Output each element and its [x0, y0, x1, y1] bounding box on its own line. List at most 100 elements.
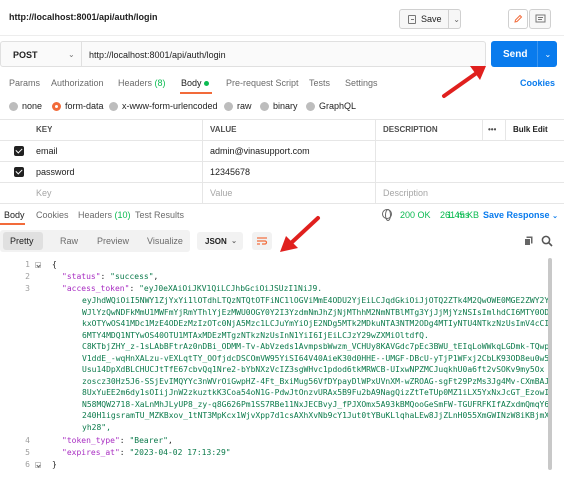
- column-value: VALUE: [210, 125, 237, 134]
- json-token-continuation: eyJhdWQiOiI5NWY1ZjYxYi1lOTdhLTQzNTQtOTFi…: [82, 296, 550, 305]
- radio-urlencoded[interactable]: x-www-form-urlencoded: [109, 101, 218, 111]
- save-button[interactable]: Save ⌄: [399, 9, 461, 29]
- chevron-down-icon: ⌄: [552, 213, 558, 220]
- column-key: KEY: [36, 125, 53, 134]
- line-number: 6: [25, 460, 30, 469]
- table-header-row: KEY VALUE DESCRIPTION ••• Bulk Edit: [0, 120, 564, 141]
- annotation-arrow-response: [280, 216, 320, 252]
- json-close-brace: }: [52, 460, 57, 469]
- radio-circle: [260, 101, 269, 111]
- radio-binary[interactable]: binary: [260, 101, 298, 111]
- fold-end-icon: [35, 462, 41, 468]
- response-body-editor[interactable]: 1 2 3 4 5 6 { "status": "success", "acce…: [0, 258, 564, 480]
- json-string: "2023-04-02 17:13:29": [129, 448, 231, 457]
- wrap-lines-button[interactable]: [252, 232, 272, 250]
- radio-urlencoded-label: x-www-form-urlencoded: [122, 101, 218, 111]
- tab-response-cookies[interactable]: Cookies: [36, 210, 69, 220]
- body-indicator-dot: [203, 81, 209, 87]
- tab-params[interactable]: Params: [9, 78, 40, 88]
- json-line-expires-at: "expires_at": "2023-04-02 17:13:29": [62, 448, 231, 457]
- json-key: "token_type": [62, 436, 120, 445]
- chevron-down-icon[interactable]: ⌄: [68, 50, 75, 59]
- save-label: Save: [420, 14, 442, 24]
- json-token-continuation: C8KTbjZHY_z-1sLAbBFtrAz0nDBi_ODMM-Tv-AbV…: [82, 342, 550, 351]
- json-string: "eyJ0eXAiOiJKV1QiLCJhbGciOiJSUzI1NiJ9.: [139, 284, 323, 293]
- tab-settings[interactable]: Settings: [345, 78, 378, 88]
- radio-graphql[interactable]: GraphQL: [306, 101, 356, 111]
- tab-authorization[interactable]: Authorization: [51, 78, 104, 88]
- edit-button[interactable]: [508, 9, 528, 29]
- tab-response-headers[interactable]: Headers (10): [78, 210, 131, 220]
- tab-test-results[interactable]: Test Results: [135, 210, 184, 220]
- save-divider: [448, 9, 450, 29]
- fold-toggle-icon[interactable]: [35, 262, 41, 268]
- value-cell[interactable]: 12345678: [202, 162, 250, 182]
- send-label: Send: [503, 48, 528, 60]
- radio-graphql-label: GraphQL: [319, 101, 357, 111]
- search-icon[interactable]: [541, 235, 553, 247]
- method-select[interactable]: POST: [13, 50, 38, 60]
- json-token-continuation: Usu14DpXdBLCHUCJtTfE67cbvQq1Nre2-bYbNXzV…: [82, 365, 545, 374]
- view-preview[interactable]: Preview: [97, 236, 129, 246]
- description-placeholder[interactable]: Description: [375, 183, 428, 203]
- radio-raw[interactable]: raw: [224, 101, 252, 111]
- column-divider: [375, 162, 376, 182]
- radio-form-data[interactable]: form-data: [52, 101, 104, 111]
- request-title-bar: http://localhost:8001/api/auth/login Sav…: [0, 0, 564, 36]
- view-visualize[interactable]: Visualize: [147, 236, 183, 246]
- json-open-brace: {: [52, 260, 57, 269]
- json-line-token-type: "token_type": "Bearer",: [62, 436, 173, 445]
- radio-binary-label: binary: [273, 101, 298, 111]
- save-response-label: Save Response: [483, 210, 550, 220]
- tab-headers[interactable]: Headers (8): [118, 78, 166, 88]
- view-pretty[interactable]: Pretty: [10, 236, 34, 246]
- row-checkbox[interactable]: [14, 167, 24, 177]
- url-input[interactable]: http://localhost:8001/api/auth/login: [89, 50, 226, 60]
- key-cell[interactable]: password: [28, 162, 75, 182]
- format-select[interactable]: JSON ⌄: [197, 232, 243, 250]
- line-number: 3: [25, 284, 30, 293]
- documentation-button[interactable]: [529, 9, 551, 29]
- chevron-down-icon[interactable]: ⌄: [544, 50, 551, 59]
- request-title[interactable]: http://localhost:8001/api/auth/login: [9, 12, 158, 22]
- cookies-link[interactable]: Cookies: [520, 78, 555, 88]
- vertical-scrollbar[interactable]: [548, 258, 552, 470]
- json-line-access-token: "access_token": "eyJ0eXAiOiJKV1QiLCJhbGc…: [62, 284, 323, 293]
- tab-body-label: Body: [181, 78, 202, 88]
- value-cell[interactable]: admin@vinasupport.com: [202, 141, 310, 161]
- radio-circle: [306, 101, 315, 111]
- json-token-continuation: WJlYzQwNDFkMmU1MWFmYjRmYThlYjEzMWU0OGY0Y…: [82, 307, 550, 317]
- save-icon: [408, 14, 416, 24]
- json-token-continuation: V1ddE_-wqHnXALzu-vEXLqtTY_OOfjdcDSCOmVW9…: [82, 353, 550, 363]
- chevron-down-icon[interactable]: ⌄: [453, 15, 460, 24]
- radio-circle: [109, 101, 118, 111]
- form-data-table: KEY VALUE DESCRIPTION ••• Bulk Edit emai…: [0, 119, 564, 204]
- tab-response-body[interactable]: Body: [4, 210, 25, 220]
- more-options-icon[interactable]: •••: [480, 120, 496, 140]
- view-raw[interactable]: Raw: [60, 236, 78, 246]
- globe-icon[interactable]: [382, 209, 392, 221]
- send-button[interactable]: Send ⌄: [491, 41, 557, 67]
- tab-pre-request-script[interactable]: Pre-request Script: [226, 78, 299, 88]
- column-divider: [375, 141, 376, 161]
- format-label: JSON: [205, 237, 227, 246]
- tab-tests[interactable]: Tests: [309, 78, 330, 88]
- save-response-button[interactable]: Save Response ⌄: [483, 210, 558, 220]
- bulk-edit-button[interactable]: Bulk Edit: [505, 120, 548, 140]
- line-number: 1: [25, 260, 30, 269]
- key-cell[interactable]: email: [28, 141, 58, 161]
- active-tab-underline: [180, 92, 212, 94]
- tab-response-headers-label: Headers: [78, 210, 113, 220]
- tab-body[interactable]: Body: [181, 78, 209, 88]
- copy-icon[interactable]: [524, 236, 533, 246]
- json-line-status: "status": "success",: [62, 272, 159, 281]
- view-mode-tabs: Pretty Raw Preview Visualize: [0, 230, 190, 252]
- radio-circle: [224, 101, 233, 111]
- value-placeholder[interactable]: Value: [202, 183, 232, 203]
- key-placeholder[interactable]: Key: [28, 183, 52, 203]
- json-string: "Bearer": [129, 436, 168, 445]
- row-checkbox[interactable]: [14, 146, 24, 156]
- radio-none[interactable]: none: [9, 101, 42, 111]
- send-divider: [537, 41, 539, 67]
- response-headers-count: (10): [114, 210, 131, 220]
